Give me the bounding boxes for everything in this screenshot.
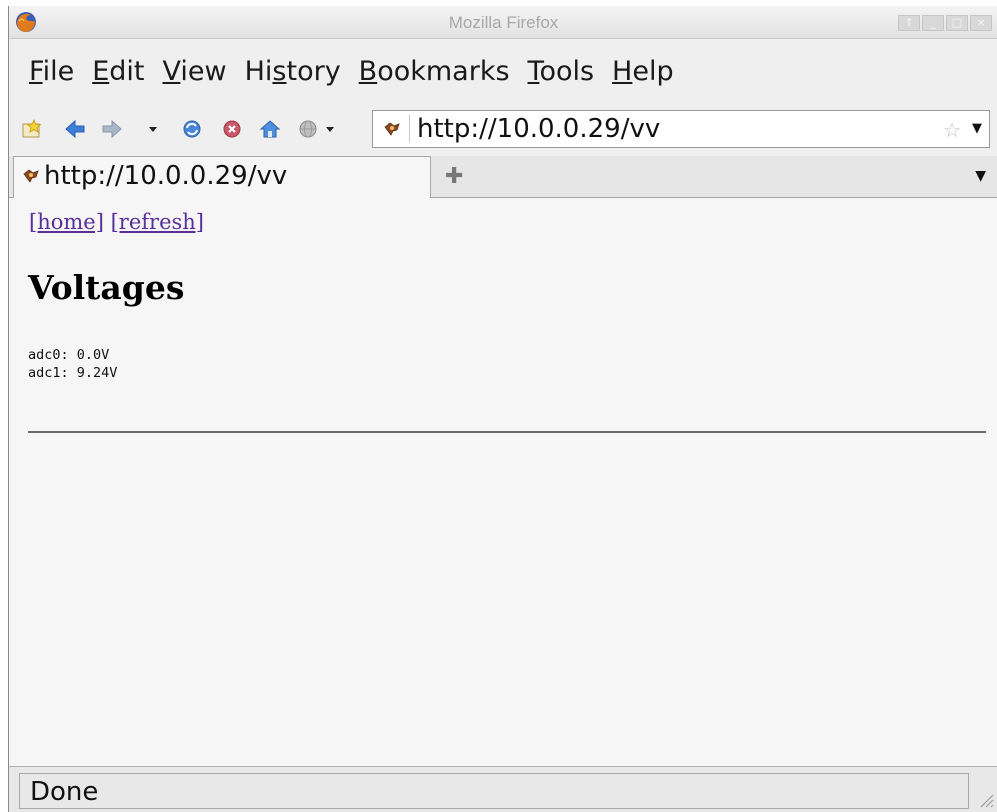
window-title: Mozilla Firefox [448,13,559,32]
menu-bookmarks-rest: ookmarks [377,56,510,87]
globe-dropdown-icon[interactable] [321,118,343,140]
status-bar: Done [9,766,997,812]
home-link[interactable]: [home] [29,210,104,234]
home-icon[interactable] [259,118,281,140]
menu-bookmarks[interactable]: Bookmarks [357,56,512,92]
refresh-link[interactable]: [refresh] [111,210,204,234]
url-input[interactable]: http://10.0.0.29/vv [417,114,660,144]
menu-file-accel: F [29,56,43,87]
page-links: [home] [refresh] [29,210,204,234]
back-arrow-icon[interactable] [64,118,86,140]
minimize-button[interactable]: _ [922,15,944,31]
tab-label: http://10.0.0.29/vv [44,161,288,191]
menu-tools-accel: T [527,56,540,87]
menu-history[interactable]: History [243,56,343,92]
site-favicon-icon [384,122,400,136]
page-heading: Voltages [28,268,185,307]
reload-icon[interactable] [181,118,203,140]
menu-file[interactable]: File [27,56,76,92]
chevron-down-icon[interactable]: ▼ [975,168,986,184]
bookmark-star-icon[interactable] [21,118,43,140]
status-panel: Done [19,773,969,809]
maximize-button[interactable]: □ [946,15,968,31]
menu-view-accel: V [162,56,181,87]
bookmark-page-star-icon[interactable]: ☆ [943,118,961,142]
forward-arrow-icon[interactable] [101,118,123,140]
resize-grip-icon[interactable] [976,790,994,808]
menu-bookmarks-accel: B [358,56,378,87]
history-dropdown-icon[interactable] [142,118,164,140]
menu-help[interactable]: Help [610,56,676,92]
menu-view[interactable]: View [161,56,229,92]
tab-active[interactable]: http://10.0.0.29/vv [13,156,431,198]
globe-icon[interactable] [297,118,319,140]
menu-file-rest: ile [42,56,75,87]
status-text: Done [30,777,99,807]
menu-tools-rest: ools [539,56,595,87]
menu-bar: File Edit View History Bookmarks Tools H… [9,56,676,92]
menu-history-accel: s [272,56,287,87]
title-bar[interactable]: Mozilla Firefox ↑ _ □ × [9,6,997,39]
menu-tools[interactable]: Tools [526,56,597,92]
menu-help-accel: H [612,56,633,87]
tab-favicon-icon [23,169,39,183]
menu-view-rest: iew [180,56,227,87]
menu-edit[interactable]: Edit [90,56,146,92]
menu-edit-accel: E [92,56,110,87]
menu-history-rest: tory [286,56,341,87]
shade-button[interactable]: ↑ [898,15,920,31]
stop-icon[interactable] [221,118,243,140]
browser-window: Mozilla Firefox ↑ _ □ × File Edit View H… [8,6,997,812]
window-controls: ↑ _ □ × [898,15,992,31]
url-dropdown-icon[interactable]: ▼ [972,121,982,136]
page-content: [home] [refresh] Voltages adc0: 0.0V adc… [9,198,997,766]
menu-history-pre: Hi [244,56,273,87]
reading-adc0: adc0: 0.0V [28,347,110,363]
tab-strip: http://10.0.0.29/vv ✚ ▼ [9,156,997,198]
close-button[interactable]: × [970,15,992,31]
voltage-readings: adc0: 0.0V adc1: 9.24V [28,346,117,382]
url-separator [409,115,410,143]
url-bar[interactable]: http://10.0.0.29/vv ☆ ▼ [372,110,990,148]
menu-help-rest: elp [632,56,674,87]
reading-adc1: adc1: 9.24V [28,365,118,381]
horizontal-rule [28,431,986,433]
plus-icon[interactable]: ✚ [445,164,463,189]
menu-edit-rest: dit [109,56,145,87]
